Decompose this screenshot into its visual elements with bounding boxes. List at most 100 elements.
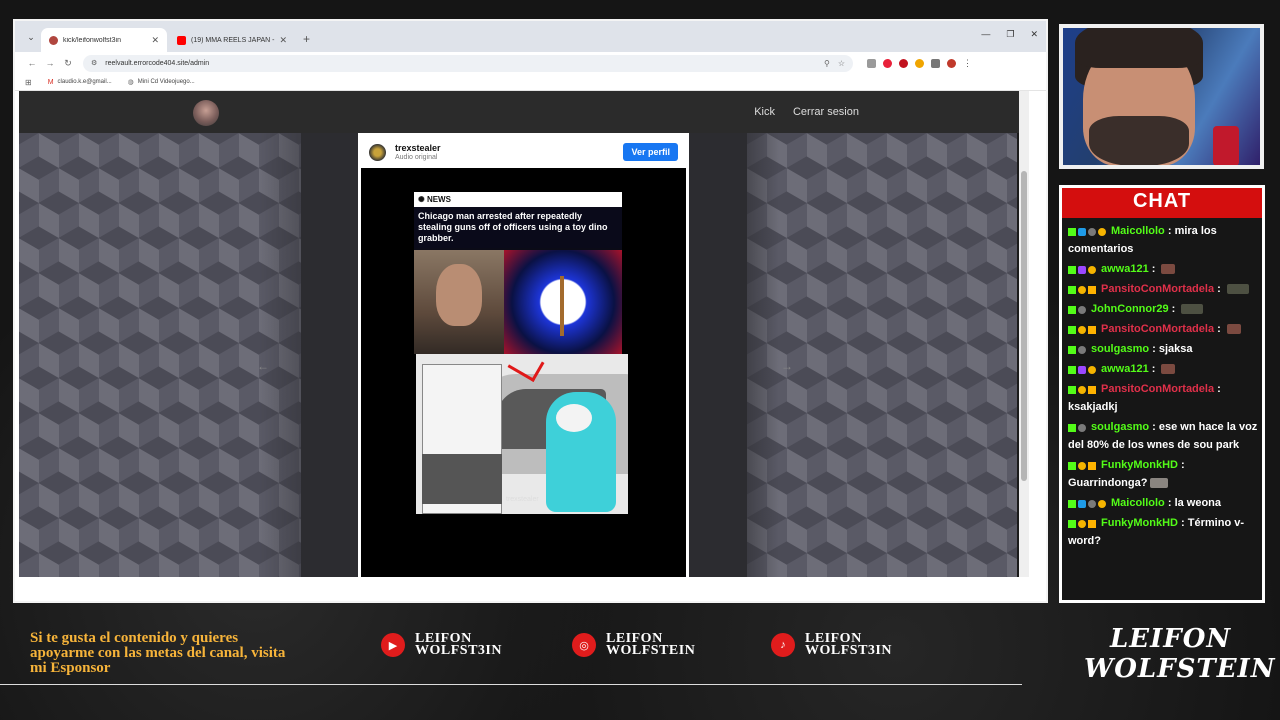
chat-username[interactable]: JohnConnor29 — [1091, 303, 1169, 315]
reel-audio-label[interactable]: Audio original — [395, 153, 441, 162]
brand-logo-line2: WOLFSTEIN — [1084, 654, 1276, 684]
forward-arrow-icon[interactable]: → — [41, 58, 59, 68]
chat-username[interactable]: PansitoConMortadela — [1101, 283, 1214, 295]
bookmark-gmail[interactable]: M claudio.k.e@gmail... — [48, 79, 112, 86]
extension-icon[interactable] — [883, 58, 892, 68]
social-name-line2: WOLFST3IN — [415, 643, 502, 658]
news-headline: Chicago man arrested after repeatedly st… — [414, 207, 622, 248]
crown-badge-icon — [1088, 325, 1096, 334]
extension-icon[interactable] — [899, 58, 908, 68]
url-field[interactable]: ⚙ reelvault.errorcode404.site/admin ⚲ ☆ — [83, 54, 853, 72]
chat-separator: : — [1178, 459, 1185, 471]
site-logo-avatar[interactable] — [193, 100, 219, 126]
dino-grabber-image — [560, 276, 564, 336]
chat-badges — [1068, 222, 1108, 240]
reel-username[interactable]: trexstealer — [395, 143, 441, 153]
chat-badges — [1068, 418, 1088, 436]
tab-kick[interactable]: kick/leifonwolfst3in ✕ — [41, 28, 167, 52]
gray-badge-icon — [1078, 423, 1086, 432]
back-arrow-icon[interactable]: ← — [23, 58, 41, 68]
chat-separator: : — [1214, 323, 1224, 335]
chat-emote-icon — [1226, 324, 1241, 335]
chat-username[interactable]: soulgasmo — [1091, 343, 1149, 355]
chat-username[interactable]: soulgasmo — [1091, 421, 1149, 433]
bookmark-mini-cd[interactable]: ◍ Mini Cd Videojuego... — [128, 78, 195, 86]
metamask-icon[interactable] — [915, 58, 924, 68]
zoom-icon[interactable]: ⚲ — [824, 59, 830, 68]
reel-watermark: trexstealer — [506, 496, 539, 503]
chat-username[interactable]: FunkyMonkHD — [1101, 459, 1178, 471]
kick-badge-icon — [1068, 385, 1076, 394]
chat-separator: : — [1148, 263, 1159, 275]
kick-badge-icon — [1068, 227, 1076, 236]
close-icon[interactable]: ✕ — [279, 35, 287, 46]
kick-badge-icon — [1068, 325, 1076, 334]
close-icon[interactable]: ✕ — [151, 35, 159, 46]
chat-username[interactable]: Maicollolo — [1111, 225, 1165, 237]
chat-badges — [1068, 320, 1098, 338]
gold-badge-icon — [1078, 461, 1086, 470]
view-profile-button[interactable]: Ver perfil — [623, 143, 678, 161]
next-arrow-icon[interactable]: → — [781, 359, 793, 373]
tab-search-chevron-icon[interactable]: ⌄ — [21, 26, 41, 48]
chat-username[interactable]: PansitoConMortadela — [1101, 323, 1214, 335]
kick-badge-icon — [1068, 345, 1076, 354]
menu-kebab-icon[interactable]: ⋮ — [963, 58, 972, 69]
gold-badge-icon — [1078, 519, 1086, 528]
instagram-icon: ◎ — [572, 633, 596, 657]
bookmark-star-icon[interactable]: ☆ — [838, 59, 845, 68]
red-mug — [1213, 126, 1239, 165]
gold-badge-icon — [1088, 365, 1096, 374]
chat-username[interactable]: PansitoConMortadela — [1101, 383, 1214, 395]
maximize-icon[interactable]: ❐ — [1006, 29, 1014, 40]
purple-badge-icon — [1078, 265, 1086, 274]
news-source-label: NEWS — [426, 195, 451, 204]
chat-message: PansitoConMortadela : — [1068, 280, 1260, 298]
chat-username[interactable]: Maicollolo — [1111, 497, 1165, 509]
chat-message: JohnConnor29 : — [1068, 300, 1260, 318]
profile-avatar-icon[interactable] — [947, 58, 956, 68]
chat-emote-icon — [1161, 364, 1176, 375]
page-scrollbar[interactable] — [1019, 91, 1029, 577]
site-info-icon[interactable]: ⚙ — [91, 59, 97, 67]
close-window-icon[interactable]: ✕ — [1030, 29, 1038, 40]
kick-badge-icon — [1068, 461, 1076, 470]
youtube-favicon-icon — [177, 35, 186, 45]
reel-header: trexstealer Audio original Ver perfil — [361, 136, 686, 168]
bookmark-label: claudio.k.e@gmail... — [57, 79, 112, 85]
crown-badge-icon — [1088, 285, 1096, 294]
crown-badge-icon — [1088, 385, 1096, 394]
chat-username[interactable]: FunkyMonkHD — [1101, 517, 1178, 529]
nav-kick-link[interactable]: Kick — [754, 106, 775, 118]
minimize-icon[interactable]: — — [981, 29, 990, 40]
comic-illustration: trexstealer — [416, 354, 628, 514]
web-page: Kick Cerrar sesion ← → trexstealer Audio… — [19, 91, 1029, 577]
tab-youtube[interactable]: (19) MMA REELS JAPAN - YouTube ✕ — [169, 28, 295, 52]
brand-logo-line1: LEIFON — [1110, 624, 1232, 654]
extension-icon[interactable] — [867, 58, 876, 68]
webcam-feed — [1063, 28, 1260, 165]
apps-grid-icon[interactable]: ⊞ — [25, 78, 32, 87]
kick-badge-icon — [1068, 365, 1076, 374]
streamer-beard — [1089, 116, 1189, 165]
reel-user-avatar[interactable] — [369, 143, 386, 161]
extensions-area: ⋮ — [867, 58, 972, 69]
nav-logout-link[interactable]: Cerrar sesion — [793, 106, 859, 118]
reload-icon[interactable]: ↻ — [59, 58, 77, 69]
chat-badges — [1068, 260, 1098, 278]
crown-badge-icon — [1088, 461, 1096, 470]
chat-emote-icon — [1226, 284, 1249, 295]
new-tab-plus-icon[interactable]: + — [303, 32, 310, 46]
chat-username[interactable]: awwa121 — [1101, 263, 1149, 275]
chat-separator: : — [1164, 225, 1175, 237]
chat-username[interactable]: awwa121 — [1101, 363, 1149, 375]
gray-badge-icon — [1088, 227, 1096, 236]
scrollbar-thumb[interactable] — [1021, 171, 1027, 481]
sponsor-message: Si te gusta el contenido y quieres apoya… — [30, 630, 286, 676]
reel-card[interactable]: trexstealer Audio original Ver perfil ✺ … — [358, 133, 689, 577]
chat-message: awwa121 : — [1068, 360, 1260, 378]
puzzle-extensions-icon[interactable] — [931, 58, 940, 68]
news-screenshot-image: ✺ NEWS Chicago man arrested after repeat… — [414, 192, 622, 354]
kick-badge-icon — [1068, 499, 1076, 508]
prev-arrow-icon[interactable]: ← — [257, 359, 269, 373]
